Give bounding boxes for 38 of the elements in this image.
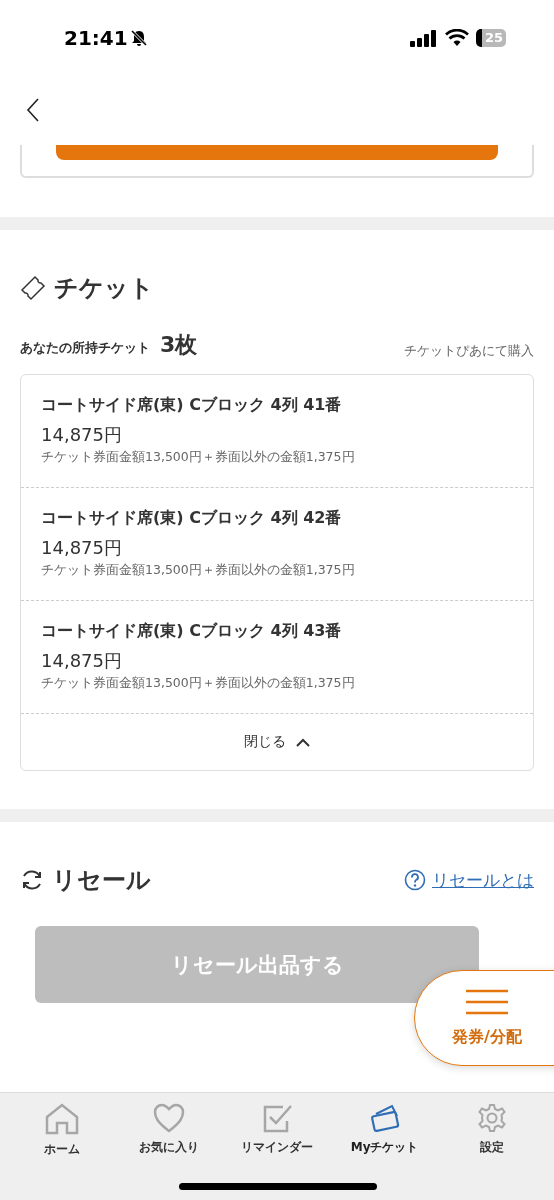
tab-bar-item[interactable]: リマインダー [223, 1093, 331, 1157]
settings-icon [477, 1103, 508, 1133]
section-title: チケット [54, 273, 154, 304]
tab-bar-item[interactable]: 設定 [438, 1093, 546, 1157]
tab-bar-item[interactable]: お気に入り [115, 1093, 224, 1157]
signal-icon [410, 28, 438, 47]
heart-icon [153, 1103, 186, 1133]
seat-label: コートサイド席(東) Cブロック 4列 42番 [41, 508, 343, 529]
tab-bar-item[interactable]: Myチケット [330, 1093, 439, 1157]
price-breakdown: チケット券面金額13,500円＋券面以外の金額1,375円 [41, 562, 356, 579]
ticket-icon [20, 275, 46, 301]
menu-icon [466, 988, 508, 1015]
help-icon [404, 869, 426, 891]
home-icon [44, 1103, 79, 1135]
ticket-price: 14,875円 [41, 423, 123, 447]
checkbox-icon [261, 1103, 293, 1133]
ticket-price: 14,875円 [41, 536, 123, 560]
close-button[interactable]: 閉じる [21, 714, 533, 770]
seat-label: コートサイド席(東) Cブロック 4列 43番 [41, 621, 343, 642]
owned-label: あなたの所持チケット [20, 339, 150, 357]
back-icon[interactable] [26, 98, 40, 122]
ticket-icon [369, 1103, 400, 1133]
buy-link[interactable]: チケットぴあにて購入 [404, 342, 534, 360]
status-time: 21:41 [64, 25, 128, 50]
tab-bar-item[interactable]: ホーム [8, 1093, 116, 1159]
section-title: リセール [52, 865, 151, 896]
owned-count: 3枚 [160, 331, 198, 359]
price-breakdown: チケット券面金額13,500円＋券面以外の金額1,375円 [41, 675, 356, 692]
price-breakdown: チケット券面金額13,500円＋券面以外の金額1,375円 [41, 449, 356, 466]
issue-menu-button[interactable]: 発券/分配 [414, 970, 554, 1066]
battery-indicator: 25 [476, 28, 506, 47]
ticket-price: 14,875円 [41, 649, 123, 673]
wifi-icon [445, 28, 469, 47]
help-link[interactable]: リセールとは [432, 868, 534, 892]
refresh-icon [20, 868, 44, 892]
seat-label: コートサイド席(東) Cブロック 4列 41番 [41, 395, 343, 416]
bell-muted-icon [129, 28, 148, 47]
caret-icon [296, 737, 310, 747]
